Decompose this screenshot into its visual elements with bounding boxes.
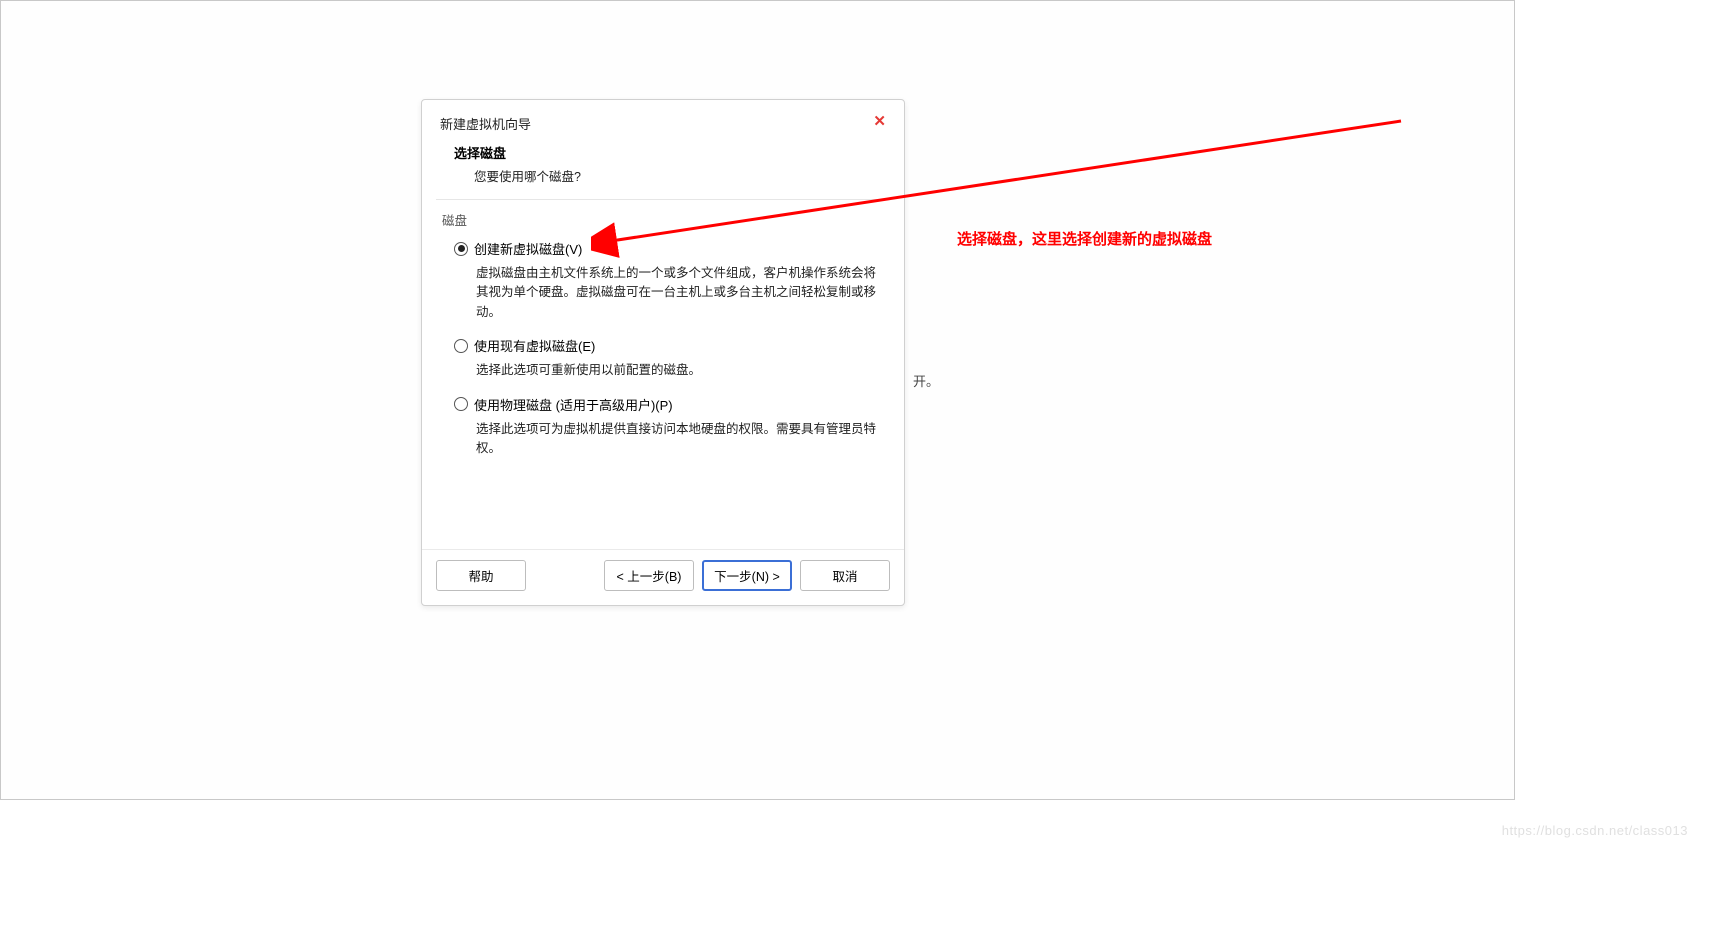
background-text-fragment: 开。 [913, 371, 939, 390]
dialog-subtitle-desc: 您要使用哪个磁盘? [474, 166, 886, 185]
option-create-new-disk[interactable]: 创建新虚拟磁盘(V) 虚拟磁盘由主机文件系统上的一个或多个文件组成，客户机操作系… [440, 239, 886, 322]
option-use-existing-disk[interactable]: 使用现有虚拟磁盘(E) 选择此选项可重新使用以前配置的磁盘。 [440, 336, 886, 380]
option-desc: 虚拟磁盘由主机文件系统上的一个或多个文件组成，客户机操作系统会将其视为单个硬盘。… [476, 264, 886, 322]
radio-use-existing-disk[interactable] [454, 339, 468, 353]
option-desc: 选择此选项可为虚拟机提供直接访问本地硬盘的权限。需要具有管理员特权。 [476, 420, 886, 459]
back-button[interactable]: < 上一步(B) [604, 560, 694, 591]
group-label-disk: 磁盘 [442, 210, 886, 229]
close-icon[interactable]: ✕ [873, 114, 886, 129]
radio-use-physical-disk[interactable] [454, 397, 468, 411]
option-label: 创建新虚拟磁盘(V) [474, 239, 582, 258]
dialog-body: 磁盘 创建新虚拟磁盘(V) 虚拟磁盘由主机文件系统上的一个或多个文件组成，客户机… [422, 200, 904, 549]
option-use-physical-disk[interactable]: 使用物理磁盘 (适用于高级用户)(P) 选择此选项可为虚拟机提供直接访问本地硬盘… [440, 395, 886, 459]
option-label: 使用现有虚拟磁盘(E) [474, 336, 595, 355]
dialog-header: 新建虚拟机向导 ✕ [422, 100, 904, 137]
dialog-footer: 帮助 < 上一步(B) 下一步(N) > 取消 [422, 549, 904, 605]
option-label: 使用物理磁盘 (适用于高级用户)(P) [474, 395, 673, 414]
cancel-button[interactable]: 取消 [800, 560, 890, 591]
annotation-text: 选择磁盘，这里选择创建新的虚拟磁盘 [957, 228, 1212, 249]
option-desc: 选择此选项可重新使用以前配置的磁盘。 [476, 361, 886, 380]
dialog-title: 新建虚拟机向导 [440, 114, 531, 133]
watermark-text: https://blog.csdn.net/class013 [1502, 823, 1688, 838]
next-button[interactable]: 下一步(N) > [702, 560, 792, 591]
new-vm-wizard-dialog: 新建虚拟机向导 ✕ 选择磁盘 您要使用哪个磁盘? 磁盘 创建新虚拟磁盘(V) 虚… [421, 99, 905, 606]
dialog-subtitle: 选择磁盘 [454, 143, 886, 162]
help-button[interactable]: 帮助 [436, 560, 526, 591]
page-frame: 开。 新建虚拟机向导 ✕ 选择磁盘 您要使用哪个磁盘? 磁盘 创建新虚拟磁盘(V… [0, 0, 1515, 800]
dialog-subtitle-block: 选择磁盘 您要使用哪个磁盘? [422, 137, 904, 199]
radio-create-new-disk[interactable] [454, 242, 468, 256]
